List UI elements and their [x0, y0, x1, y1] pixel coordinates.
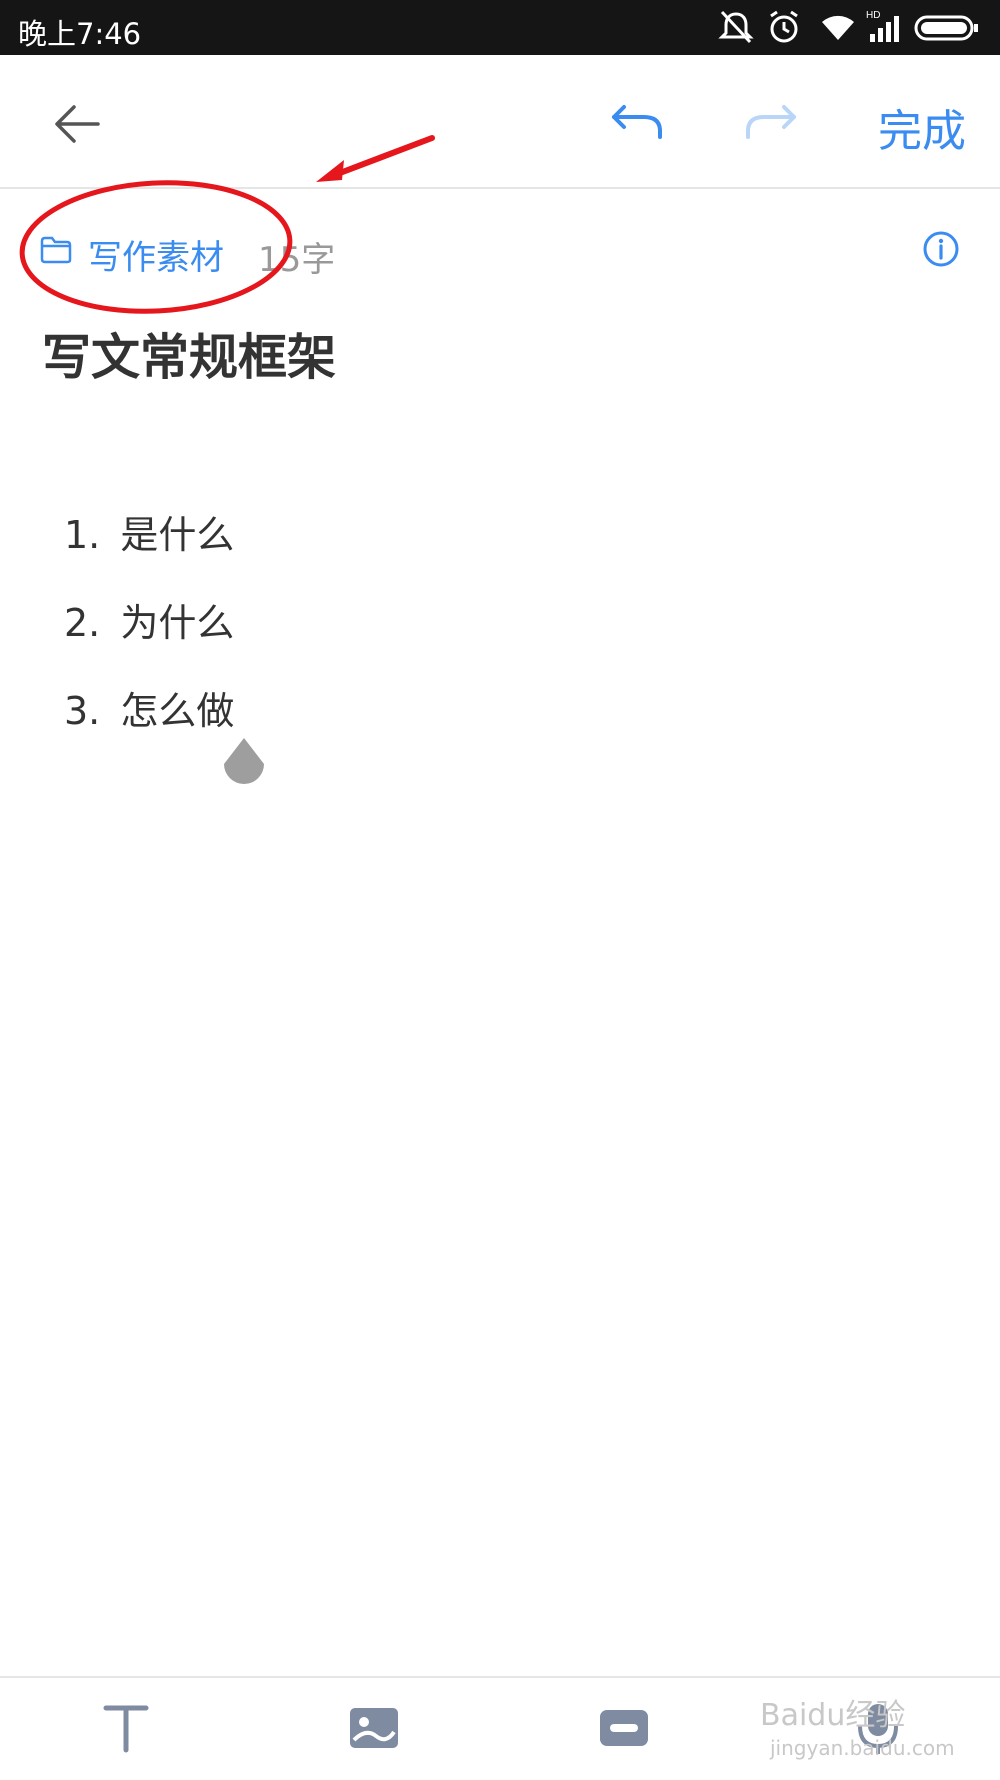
text-format-icon[interactable]	[98, 1700, 154, 1756]
list-item-number: 3.	[64, 689, 101, 733]
word-count: 15字	[258, 240, 336, 280]
list-item-text: 是什么	[120, 513, 235, 557]
list-item-text: 怎么做	[120, 689, 235, 733]
watermark-sub: jingyan.baidu.com	[770, 1736, 955, 1760]
status-time: 晚上7:46	[18, 17, 142, 51]
alarm-icon	[770, 10, 798, 43]
tape-icon[interactable]	[596, 1700, 652, 1756]
note-title[interactable]: 写文常规框架	[42, 318, 336, 389]
mute-icon	[718, 10, 754, 44]
hd-label: HD	[866, 10, 880, 21]
back-arrow-icon[interactable]	[52, 99, 102, 149]
done-button[interactable]: 完成	[878, 95, 966, 159]
bottom-toolbar: Baidu经验 jingyan.baidu.com	[0, 1676, 1000, 1780]
info-icon[interactable]	[922, 230, 960, 268]
status-bar: 晚上7:46 HD	[0, 0, 1000, 55]
list-item[interactable]: 2. 为什么	[64, 593, 234, 681]
signal-icon: HD	[866, 10, 899, 42]
watermark: Baidu经验	[760, 1698, 906, 1733]
image-icon[interactable]	[346, 1700, 402, 1756]
wifi-icon	[822, 15, 854, 40]
list-item-text: 为什么	[120, 601, 235, 645]
redo-icon[interactable]	[742, 99, 798, 145]
list-item[interactable]: 1. 是什么	[64, 505, 234, 593]
list-item-number: 1.	[64, 513, 101, 557]
status-icons: HD	[718, 8, 988, 48]
list-item-number: 2.	[64, 601, 101, 645]
cursor-handle[interactable]	[216, 736, 272, 806]
list-item[interactable]: 3. 怎么做	[64, 681, 234, 769]
editor-toolbar: 完成	[0, 55, 1000, 189]
folder-icon[interactable]	[40, 236, 72, 264]
undo-icon[interactable]	[610, 99, 666, 145]
note-meta-row: 写作素材 15字	[0, 200, 1000, 310]
battery-icon	[914, 15, 978, 41]
note-list[interactable]: 1. 是什么 2. 为什么 3. 怎么做	[64, 505, 234, 769]
folder-name[interactable]: 写作素材	[88, 230, 224, 279]
